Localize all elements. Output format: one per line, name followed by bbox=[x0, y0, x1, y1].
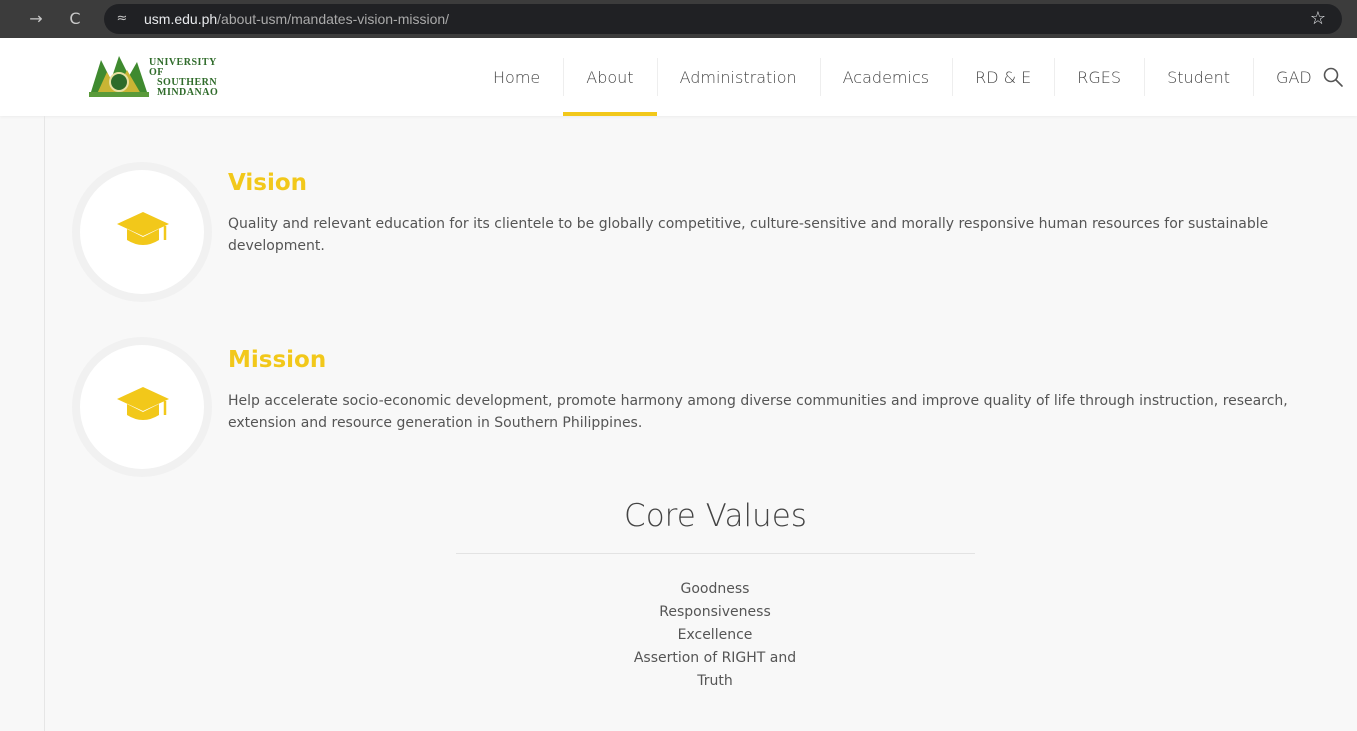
nav-student[interactable]: Student bbox=[1144, 38, 1253, 116]
site-header: UNIVERSITY OF SOUTHERN MINDANAO Home Abo… bbox=[0, 38, 1357, 116]
usm-seal-icon bbox=[89, 56, 149, 97]
nav-academics[interactable]: Academics bbox=[819, 38, 952, 116]
reload-icon[interactable]: C bbox=[63, 7, 87, 31]
graduation-cap-icon bbox=[117, 212, 169, 245]
list-item: Truth bbox=[697, 673, 733, 689]
mission-text: Help accelerate socio-economic developme… bbox=[228, 393, 1288, 431]
core-values-divider bbox=[456, 553, 975, 554]
bookmark-star-icon[interactable]: ☆ bbox=[1310, 8, 1326, 29]
url-text[interactable]: usm.edu.ph/about-usm/mandates-vision-mis… bbox=[144, 11, 449, 27]
logo-text: UNIVERSITY OF SOUTHERN MINDANAO bbox=[149, 57, 219, 98]
nav-about[interactable]: About bbox=[563, 38, 657, 116]
mission-title: Mission bbox=[228, 347, 327, 373]
nav-administration[interactable]: Administration bbox=[656, 38, 820, 116]
nav-home[interactable]: Home bbox=[470, 38, 563, 116]
list-item: Responsiveness bbox=[659, 604, 771, 620]
usm-logo[interactable]: UNIVERSITY OF SOUTHERN MINDANAO bbox=[89, 52, 229, 98]
main-nav: Home About Administration Academics RD &… bbox=[470, 38, 1335, 116]
address-bar[interactable]: ≈ usm.edu.ph/about-usm/mandates-vision-m… bbox=[104, 4, 1342, 34]
forward-icon[interactable]: → bbox=[24, 7, 48, 31]
list-item: Goodness bbox=[680, 581, 750, 597]
vision-text: Quality and relevant education for its c… bbox=[228, 216, 1269, 254]
url-host: usm.edu.ph bbox=[144, 11, 218, 27]
site-info-icon[interactable]: ≈ bbox=[112, 9, 132, 29]
vision-icon-circle bbox=[80, 170, 204, 294]
vision-title: Vision bbox=[228, 170, 308, 196]
content-left-border bbox=[44, 116, 45, 731]
nav-rd-e[interactable]: RD & E bbox=[952, 38, 1054, 116]
core-values-list: Goodness Responsiveness Excellence Asser… bbox=[556, 578, 874, 693]
browser-toolbar: → C ≈ usm.edu.ph/about-usm/mandates-visi… bbox=[0, 0, 1357, 38]
core-values-title: Core Values bbox=[624, 498, 807, 534]
graduation-cap-icon bbox=[117, 387, 169, 420]
mission-icon-circle bbox=[80, 345, 204, 469]
list-item: Assertion of RIGHT and bbox=[633, 650, 797, 666]
nav-rges[interactable]: RGES bbox=[1054, 38, 1144, 116]
list-item: Excellence bbox=[677, 627, 753, 643]
url-path: /about-usm/mandates-vision-mission/ bbox=[217, 11, 450, 27]
search-icon[interactable] bbox=[1322, 66, 1344, 88]
